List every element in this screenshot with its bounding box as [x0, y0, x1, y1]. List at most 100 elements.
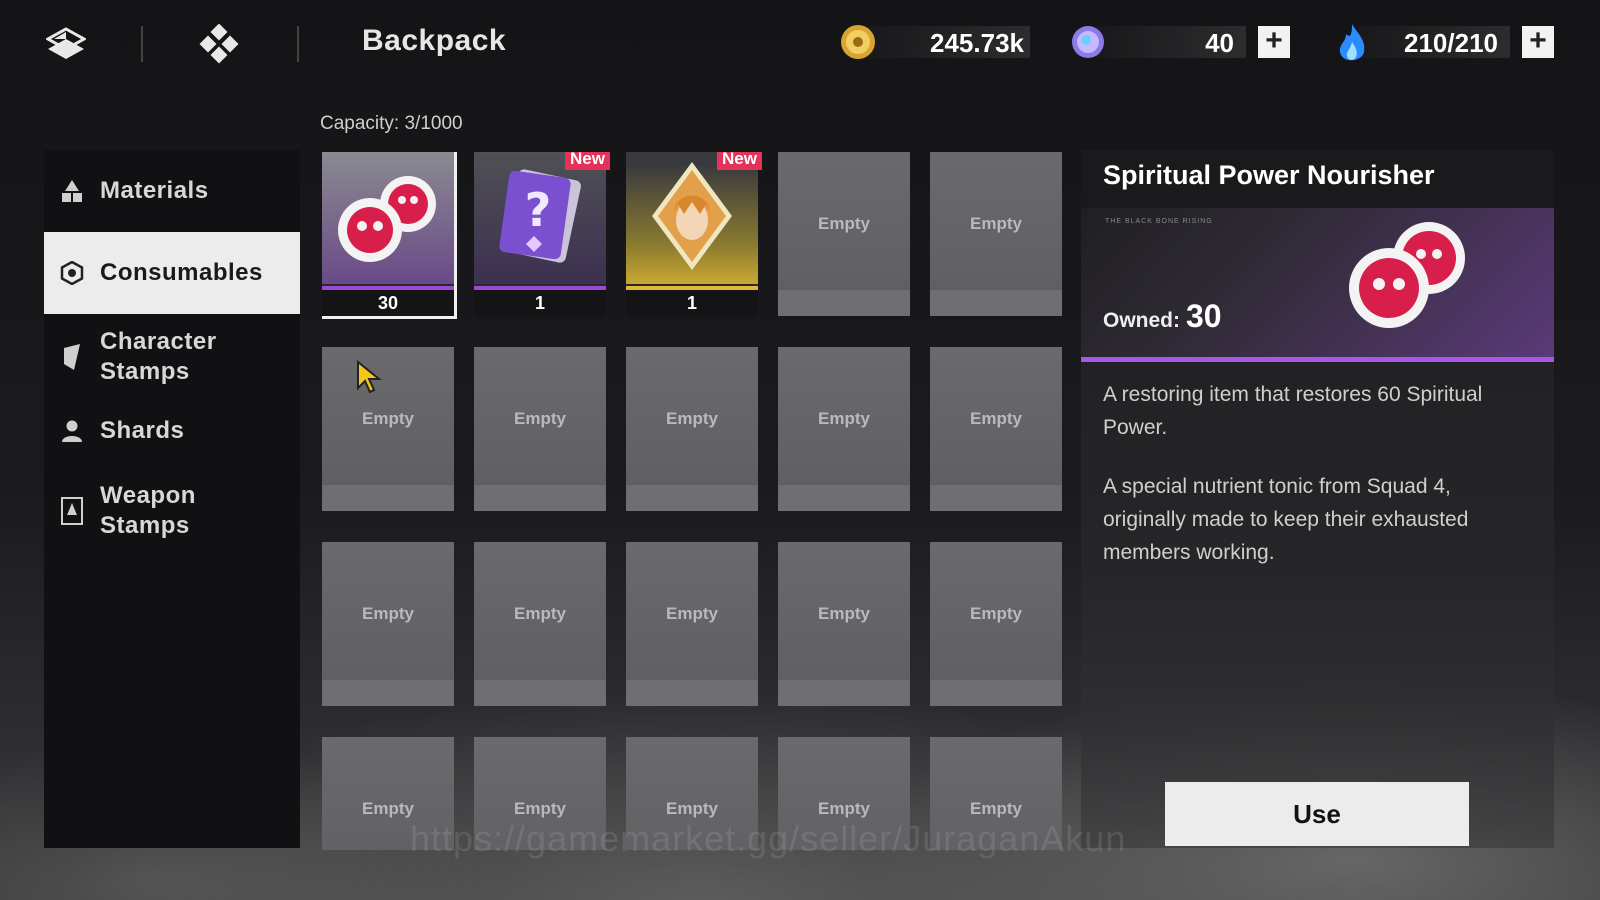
inventory-slot-empty[interactable]: Empty	[626, 542, 758, 706]
inventory-slot-empty[interactable]: Empty	[626, 347, 758, 511]
empty-slot-label: Empty	[818, 799, 870, 818]
premium-gem-icon	[1068, 22, 1108, 62]
character-portrait-icon	[626, 152, 758, 284]
svg-text:?: ?	[525, 183, 552, 237]
empty-slot-label: Empty	[362, 799, 414, 818]
mouse-cursor-icon	[356, 359, 382, 394]
new-badge: New	[565, 152, 610, 170]
add-gem-button[interactable]: +	[1258, 26, 1290, 58]
empty-slot-label: Empty	[970, 799, 1022, 818]
page-title: Backpack	[362, 24, 507, 57]
sidebar-item-character-stamps[interactable]: Character Stamps	[44, 314, 300, 400]
inventory-slot-empty[interactable]: Empty	[322, 347, 454, 511]
empty-slot-label: Empty	[362, 604, 414, 623]
sidebar-item-label: Shards	[100, 417, 185, 444]
slot-footer	[930, 485, 1062, 511]
empty-slot-label: Empty	[666, 604, 718, 623]
empty-slot-label: Empty	[514, 799, 566, 818]
slot-footer	[778, 680, 910, 706]
mystery-card-pack-icon: ?	[474, 152, 606, 284]
currency-gem: 40 +	[1068, 20, 1293, 64]
inventory-slot-spiritual-power-nourisher[interactable]: 30	[322, 152, 457, 319]
inventory-slot-character-portrait[interactable]: 1 New	[626, 152, 762, 316]
empty-slot-label: Empty	[514, 409, 566, 428]
divider	[141, 26, 143, 62]
inventory-slot-empty[interactable]: Empty	[778, 152, 910, 316]
inventory-slot-mystery-card-pack[interactable]: ? 1 New	[474, 152, 610, 316]
sidebar-item-weapon-stamps[interactable]: Weapon Stamps	[44, 468, 300, 554]
inventory-slot-empty[interactable]: Empty	[930, 347, 1062, 511]
new-badge: New	[717, 152, 762, 170]
divider	[297, 26, 299, 62]
item-count: 30	[322, 286, 454, 316]
detail-header: Spiritual Power Nourisher THE BLACK BONE…	[1081, 150, 1554, 362]
owned-label: Owned:	[1103, 309, 1180, 332]
item-title: Spiritual Power Nourisher	[1103, 160, 1435, 190]
slot-footer	[474, 680, 606, 706]
slot-footer	[322, 680, 454, 706]
owned-row: Owned: 30	[1103, 298, 1222, 335]
item-count: 1	[626, 286, 758, 316]
item-detail-panel: Spiritual Power Nourisher THE BLACK BONE…	[1081, 150, 1554, 848]
slot-footer	[626, 680, 758, 706]
empty-slot-label: Empty	[970, 604, 1022, 623]
empty-slot-label: Empty	[666, 409, 718, 428]
gold-amount: 245.73k	[930, 28, 1024, 58]
inventory-slot-empty[interactable]: Empty	[322, 542, 454, 706]
inventory-slot-empty[interactable]: Empty	[474, 347, 606, 511]
watermark: https://gamemarket.gg/seller/JuraganAkun	[410, 818, 1127, 859]
slot-footer	[778, 485, 910, 511]
item-lore: A special nutrient tonic from Squad 4, o…	[1103, 475, 1469, 564]
slot-footer	[626, 485, 758, 511]
inventory-slot-empty[interactable]: Empty	[778, 347, 910, 511]
sidebar-item-label: Consumables	[100, 259, 263, 286]
owned-value: 30	[1186, 298, 1222, 334]
currency-energy: 210/210 +	[1332, 20, 1557, 64]
empty-slot-label: Empty	[818, 409, 870, 428]
empty-slot-label: Empty	[666, 799, 718, 818]
gold-coin-icon	[838, 22, 878, 62]
sidebar-item-shards[interactable]: Shards	[44, 400, 300, 462]
item-description: A restoring item that restores 60 Spirit…	[1103, 383, 1483, 439]
add-energy-button[interactable]: +	[1522, 26, 1554, 58]
energy-amount: 210/210	[1404, 28, 1498, 58]
shard-icon	[60, 419, 84, 443]
inventory-grid: 30 ? 1 New 1 New Empty Empty Empty Empty Emp…	[322, 152, 1066, 850]
sidebar-item-label: Materials	[100, 177, 209, 204]
back-icon[interactable]	[44, 22, 88, 66]
slot-footer	[322, 485, 454, 511]
category-sidebar: Materials Consumables Character Stamps S…	[44, 150, 300, 848]
empty-slot-label: Empty	[818, 604, 870, 623]
slot-footer	[930, 290, 1062, 316]
currency-gold: 245.73k	[838, 20, 1033, 64]
slot-footer	[778, 290, 910, 316]
top-bar: Backpack 245.73k 40 + 210/210 +	[0, 0, 1600, 90]
inventory-slot-empty[interactable]: Empty	[930, 152, 1062, 316]
inventory-slot-empty[interactable]: Empty	[474, 542, 606, 706]
spiritual-power-nourisher-icon	[1331, 210, 1481, 340]
consumables-icon	[60, 261, 84, 285]
sidebar-item-label: Character Stamps	[100, 328, 217, 385]
energy-flame-icon	[1332, 22, 1372, 62]
empty-slot-label: Empty	[818, 214, 870, 233]
gem-amount: 40	[1205, 28, 1234, 58]
slot-footer	[474, 485, 606, 511]
spiritual-power-nourisher-icon	[322, 152, 454, 284]
inventory-slot-empty[interactable]: Empty	[930, 542, 1062, 706]
materials-icon	[60, 179, 84, 203]
capacity-label: Capacity: 3/1000	[320, 113, 463, 134]
sidebar-item-consumables[interactable]: Consumables	[44, 232, 300, 314]
sidebar-item-materials[interactable]: Materials	[44, 150, 300, 232]
empty-slot-label: Empty	[362, 409, 414, 428]
inventory-slot-empty[interactable]: Empty	[778, 542, 910, 706]
empty-slot-label: Empty	[970, 409, 1022, 428]
use-button[interactable]: Use	[1165, 782, 1469, 846]
empty-slot-label: Empty	[514, 604, 566, 623]
flavor-tiny-text: THE BLACK BONE RISING	[1105, 218, 1213, 225]
home-icon[interactable]	[197, 22, 241, 66]
slot-footer	[930, 680, 1062, 706]
sidebar-item-label: Weapon Stamps	[100, 482, 196, 539]
character-stamp-icon	[60, 344, 84, 370]
weapon-stamp-icon	[60, 497, 84, 525]
item-count: 1	[474, 286, 606, 316]
